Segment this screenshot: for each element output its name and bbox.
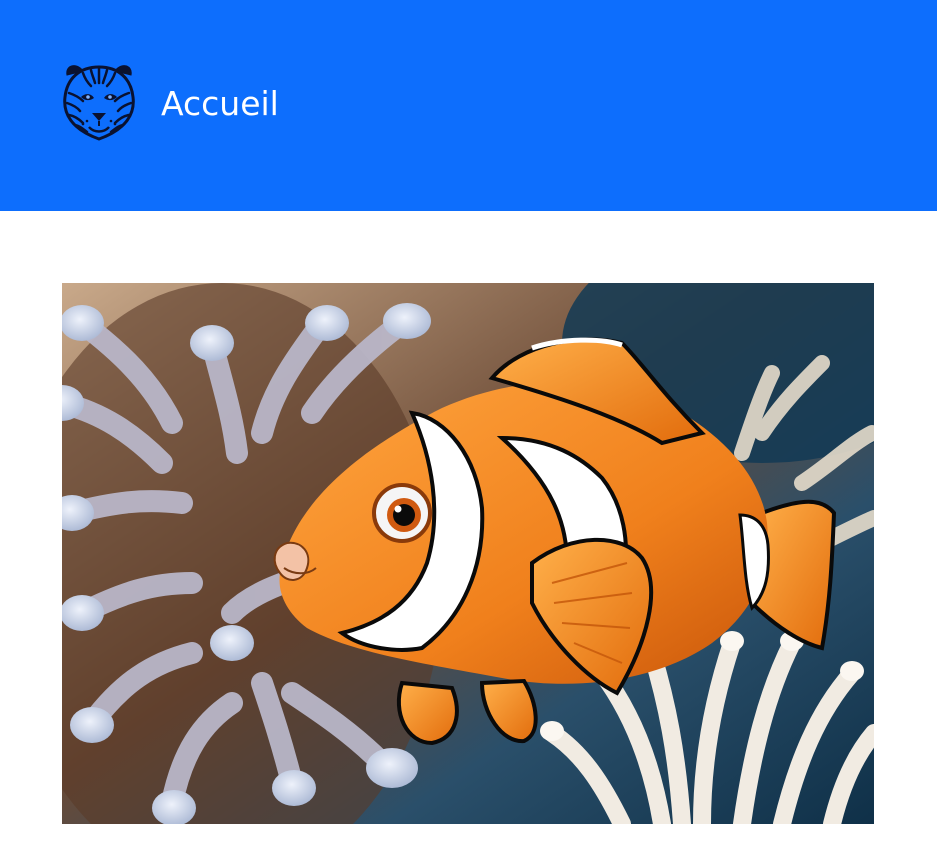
site-header: Accueil bbox=[0, 0, 937, 211]
page-title[interactable]: Accueil bbox=[161, 82, 279, 126]
clownfish-anemone-image bbox=[62, 283, 874, 824]
tiger-head-icon[interactable] bbox=[61, 63, 137, 141]
